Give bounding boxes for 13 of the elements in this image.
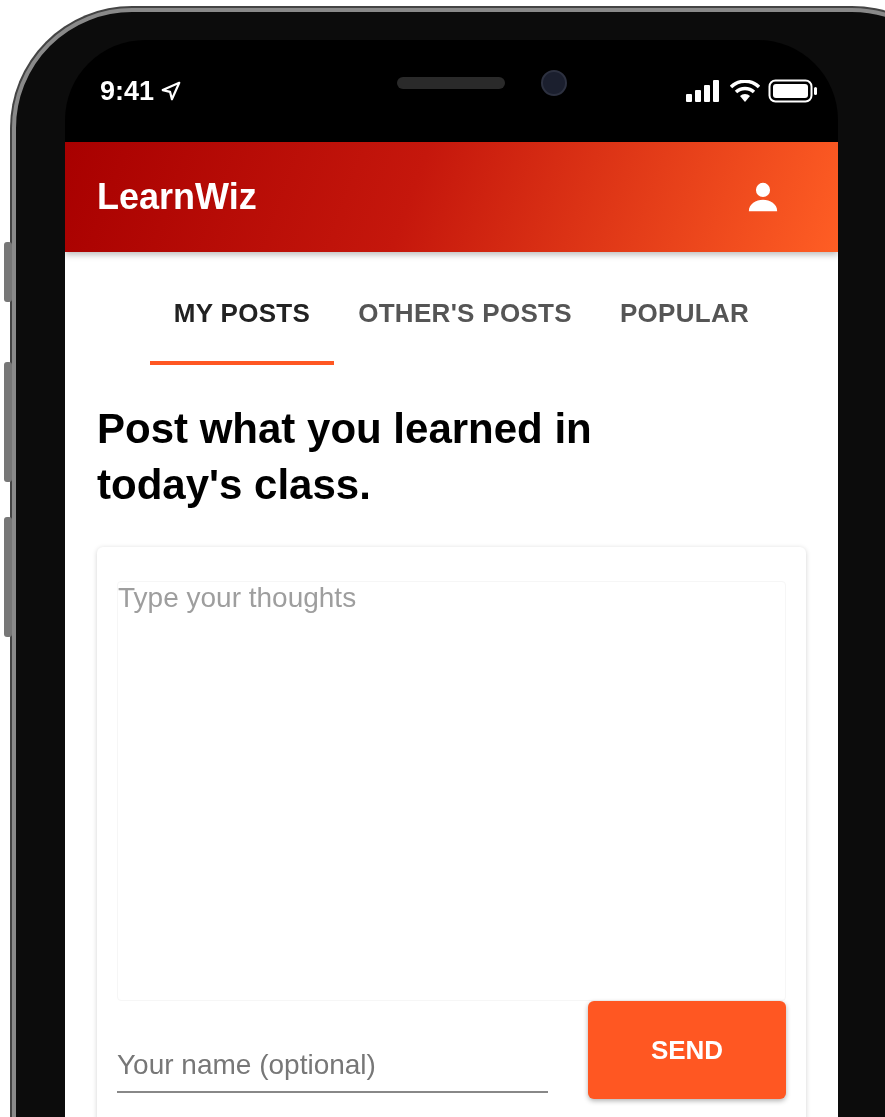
app-title: LearnWiz xyxy=(97,176,257,218)
tab[interactable]: OTHER'S POSTS xyxy=(334,264,596,365)
tab[interactable]: POPULAR xyxy=(595,264,774,365)
page-heading: Post what you learned in today's class. xyxy=(97,404,593,510)
status-time: 9:41 xyxy=(100,75,155,107)
signal-icon xyxy=(686,80,722,102)
account-icon[interactable] xyxy=(746,180,780,214)
location-arrow-icon xyxy=(160,80,183,102)
tab[interactable]: MY POSTS xyxy=(149,264,335,365)
battery-icon xyxy=(768,79,818,103)
wifi-icon xyxy=(730,80,760,102)
camera-icon xyxy=(540,70,567,96)
thoughts-input[interactable]: Type your thoughts xyxy=(117,581,786,1001)
